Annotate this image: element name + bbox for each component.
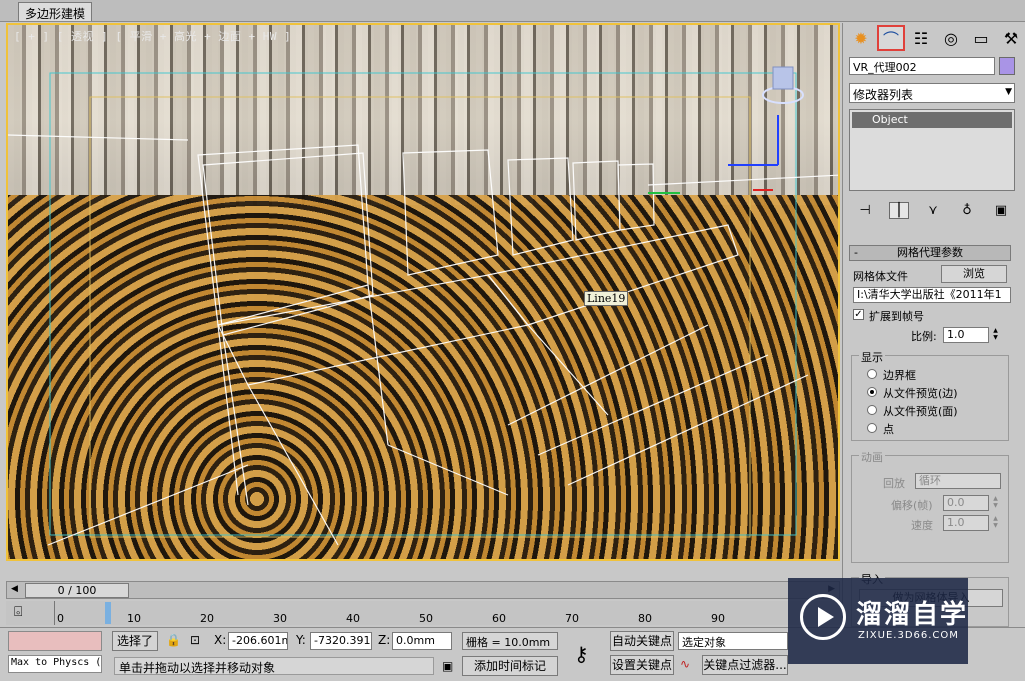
display-group-label: 显示: [859, 349, 885, 365]
modifier-list-label: 修改器列表: [853, 88, 914, 102]
y-label: Y:: [296, 633, 306, 647]
play-logo-icon: [800, 594, 846, 640]
ribbon-tab-polygon-modeling[interactable]: 多边形建模: [18, 2, 93, 21]
scale-label: 比例:: [911, 330, 937, 343]
speed-field[interactable]: 1.0: [943, 515, 989, 531]
stack-tools: ⊣ ⎮ ⋎ ♁ ▣: [849, 199, 1015, 221]
configure-sets-icon[interactable]: ▣: [991, 203, 1011, 218]
radio-preview-edges-label: 从文件预览(边): [883, 387, 958, 400]
object-tooltip: Line19: [584, 291, 629, 306]
selection-status: 选择了: [112, 631, 158, 651]
make-unique-icon[interactable]: ⋎: [923, 203, 943, 218]
lock-icon[interactable]: 🔒: [166, 633, 181, 647]
pin-stack-icon[interactable]: ⊣: [855, 203, 875, 218]
watermark-url: ZIXUE.3D66.COM: [858, 630, 959, 641]
mesh-file-label: 网格体文件: [853, 270, 908, 283]
offset-label: 偏移(帧): [891, 499, 933, 512]
tick-label: 70: [565, 612, 579, 625]
remove-modifier-icon[interactable]: ♁: [957, 203, 977, 218]
curve-editor-icon[interactable]: ⌻: [14, 604, 22, 620]
track-ruler[interactable]: 0 10 20 30 40 50 60 70 80 90: [54, 601, 834, 625]
maxscript-listener-mini[interactable]: [8, 631, 102, 651]
playback-dropdown[interactable]: 循环: [915, 473, 1001, 489]
wireframe-chairs: [8, 72, 838, 546]
radio-bounding-box[interactable]: [867, 369, 877, 379]
maxscript-field[interactable]: Max to Physcs (: [8, 655, 102, 673]
radio-preview-faces-label: 从文件预览(面): [883, 405, 958, 418]
radio-preview-edges[interactable]: [867, 387, 877, 397]
mesh-file-path[interactable]: I:\清华大学出版社《2011年1: [853, 287, 1011, 303]
key-filters-button[interactable]: 关键点过滤器...: [702, 655, 788, 675]
scale-field[interactable]: 1.0: [943, 327, 989, 343]
watermark-title: 溜溜自学: [856, 600, 969, 630]
current-frame-marker[interactable]: [105, 602, 111, 624]
scale-spinner[interactable]: ▲ ▼: [991, 327, 1000, 343]
y-coordinate-field[interactable]: -7320.391(: [310, 632, 372, 650]
tick-label: 50: [419, 612, 433, 625]
viewcube-icon[interactable]: [760, 61, 806, 107]
offset-field[interactable]: 0.0: [943, 495, 989, 511]
browse-button[interactable]: 浏览: [941, 265, 1007, 283]
stack-item-object[interactable]: Object: [852, 112, 1012, 128]
object-name-field[interactable]: VR_代理002: [849, 57, 995, 75]
speed-spinner[interactable]: ▲ ▼: [991, 515, 1000, 531]
time-prev-icon[interactable]: ◀: [11, 584, 23, 596]
tick-label: 20: [200, 612, 214, 625]
command-panel-tabs: ✹ ⌒ ☷ ◎ ▭ ⚒: [847, 25, 1025, 53]
utilities-tab-hammer-icon[interactable]: ⚒: [997, 25, 1025, 51]
radio-points-label: 点: [883, 423, 894, 436]
grid-size: 栅格 = 10.0mm: [462, 632, 558, 650]
expand-frame-checkbox[interactable]: ✓: [853, 309, 864, 320]
ribbon: 多边形建模: [0, 0, 1025, 22]
collapse-icon: -: [854, 246, 858, 259]
display-tab-icon[interactable]: ▭: [967, 25, 995, 51]
tick-label: 80: [638, 612, 652, 625]
command-panel: ✹ ⌒ ☷ ◎ ▭ ⚒ VR_代理002 修改器列表 ▼ Object ⊣ ⎮ …: [842, 23, 1025, 641]
perspective-viewport[interactable]: [ + ] [ 透视 ] [ 平滑 + 高光 + 边面 + HW ] Line1…: [6, 23, 840, 561]
playback-label: 回放: [883, 477, 905, 490]
auto-key-button[interactable]: 自动关键点: [610, 631, 674, 651]
rollout-header[interactable]: - 网格代理参数: [849, 245, 1011, 261]
motion-tab-icon[interactable]: ◎: [937, 25, 965, 51]
z-label: Z:: [378, 633, 391, 647]
show-end-result-icon[interactable]: ⎮: [889, 201, 909, 219]
hierarchy-tab-icon[interactable]: ☷: [907, 25, 935, 51]
modify-tab-bend-icon[interactable]: ⌒: [877, 25, 905, 51]
absolute-mode-icon[interactable]: ⊡: [190, 633, 200, 647]
object-color-swatch[interactable]: [999, 57, 1015, 75]
rollout-title: 网格代理参数: [897, 246, 963, 259]
tick-label: 60: [492, 612, 506, 625]
z-coordinate-field[interactable]: 0.0mm: [392, 632, 452, 650]
x-label: X:: [214, 633, 227, 647]
modifier-list-dropdown[interactable]: 修改器列表 ▼: [849, 83, 1015, 103]
create-tab-sun-icon[interactable]: ✹: [847, 25, 875, 51]
time-slider-thumb[interactable]: 0 / 100: [25, 583, 129, 598]
set-key-button[interactable]: 设置关键点: [610, 655, 674, 675]
selected-objects-dropdown[interactable]: 选定对象: [678, 632, 788, 650]
key-mode-icon[interactable]: ∿: [680, 657, 690, 671]
track-bar[interactable]: ⌻ 0 10 20 30 40 50 60 70 80 90: [6, 601, 840, 625]
x-coordinate-field[interactable]: -206.601m: [228, 632, 288, 650]
speed-label: 速度: [911, 519, 933, 532]
tick-label: 40: [346, 612, 360, 625]
offset-spinner[interactable]: ▲ ▼: [991, 495, 1000, 511]
watermark: 溜溜自学 ZIXUE.3D66.COM: [788, 578, 968, 664]
viewport-label[interactable]: [ + ] [ 透视 ] [ 平滑 + 高光 + 边面 + HW ]: [14, 28, 291, 44]
chevron-down-icon: ▼: [1005, 87, 1012, 97]
time-slider[interactable]: ◀ 0 / 100 ▶: [6, 581, 840, 599]
radio-points[interactable]: [867, 423, 877, 433]
radio-preview-faces[interactable]: [867, 405, 877, 415]
add-time-tag-button[interactable]: 添加时间标记: [462, 656, 558, 676]
tick-label: 90: [711, 612, 725, 625]
tick-label: 10: [127, 612, 141, 625]
animation-group-label: 动画: [859, 449, 885, 465]
tick-label: 0: [57, 612, 64, 625]
tick-label: 30: [273, 612, 287, 625]
modifier-stack[interactable]: Object: [849, 109, 1015, 191]
expand-frame-label: 扩展到帧号: [869, 310, 924, 323]
radio-bounding-box-label: 边界框: [883, 369, 916, 382]
key-icon[interactable]: ⚷: [574, 642, 589, 666]
time-tag-icon[interactable]: ▣: [442, 659, 453, 673]
prompt-line: 单击并拖动以选择并移动对象: [114, 657, 434, 675]
